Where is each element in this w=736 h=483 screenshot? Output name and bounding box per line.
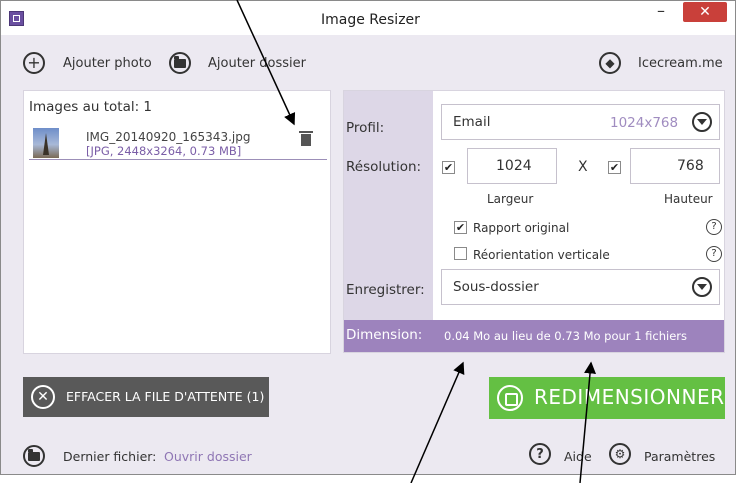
height-caption: Hauteur — [664, 192, 713, 206]
profile-value: Email — [453, 114, 491, 130]
height-input[interactable]: 768 — [630, 148, 720, 184]
gear-icon: ⚙ — [609, 443, 631, 465]
x-separator: X — [578, 159, 588, 175]
open-folder-link[interactable]: Ouvrir dossier — [164, 449, 252, 464]
plus-circle-icon: + — [23, 52, 45, 74]
profile-size: 1024x768 — [610, 115, 679, 131]
height-value: 768 — [677, 158, 704, 174]
reorient-label: Réorientation verticale — [473, 248, 610, 262]
dimension-summary: 0.04 Mo au lieu de 0.73 Mo pour 1 fichie… — [444, 329, 688, 343]
save-label: Enregistrer: — [346, 282, 425, 298]
keep-ratio-checkbox[interactable]: ✔ — [454, 221, 467, 234]
help-icon[interactable]: ? — [706, 219, 722, 235]
image-thumbnail — [33, 128, 59, 158]
settings-panel: Profil: Résolution: Enregistrer: Email 1… — [343, 90, 725, 353]
icecream-label: Icecream.me — [638, 56, 723, 71]
resize-icon — [497, 385, 523, 411]
dimension-bar: Dimension: 0.04 Mo au lieu de 0.73 Mo po… — [344, 320, 724, 352]
list-item[interactable]: IMG_20140920_165343.jpg [JPG, 2448x3264,… — [29, 125, 327, 160]
resize-button[interactable]: REDIMENSIONNER — [489, 377, 725, 419]
add-photo-label: Ajouter photo — [63, 56, 152, 71]
height-checkbox[interactable]: ✔ — [608, 161, 621, 174]
settings-label-column: Profil: Résolution: Enregistrer: — [344, 91, 433, 320]
chevron-down-icon — [692, 112, 712, 132]
width-checkbox[interactable]: ✔ — [442, 161, 455, 174]
close-button[interactable]: ✕ — [683, 2, 727, 22]
help-icon[interactable]: ? — [706, 246, 722, 262]
width-input[interactable]: 1024 — [467, 148, 557, 184]
image-list-panel: Images au total: 1 IMG_20140920_165343.j… — [23, 90, 331, 354]
titlebar: Image Resizer – ✕ — [1, 1, 735, 35]
file-name: IMG_20140920_165343.jpg — [86, 130, 251, 144]
profile-select[interactable]: Email 1024x768 — [441, 104, 720, 140]
add-folder-label: Ajouter dossier — [208, 56, 306, 71]
keep-ratio-label: Rapport original — [473, 221, 570, 235]
resize-label: REDIMENSIONNER — [534, 385, 725, 409]
save-location-select[interactable]: Sous-dossier — [441, 269, 720, 305]
last-file-label: Dernier fichier: — [63, 449, 157, 464]
app-logo-icon — [9, 11, 24, 26]
resolution-label: Résolution: — [346, 159, 422, 175]
settings-label: Paramètres — [644, 449, 716, 464]
folder-icon — [23, 445, 45, 467]
trash-icon[interactable] — [299, 131, 313, 146]
width-caption: Largeur — [487, 192, 534, 206]
width-value: 1024 — [496, 158, 532, 174]
minimize-button[interactable]: – — [651, 3, 671, 23]
app-window: Image Resizer – ✕ + Ajouter photo Ajoute… — [0, 0, 736, 475]
images-total-label: Images au total: 1 — [29, 99, 153, 115]
icecream-logo-icon: ◆ — [599, 52, 621, 74]
dimension-label: Dimension: — [346, 327, 423, 343]
save-location-value: Sous-dossier — [453, 279, 539, 295]
file-info: [JPG, 2448x3264, 0.73 MB] — [86, 144, 242, 158]
close-circle-icon: ✕ — [31, 385, 55, 409]
clear-queue-label: EFFACER LA FILE D'ATTENTE (1) — [66, 389, 265, 404]
reorient-checkbox[interactable] — [454, 247, 467, 260]
folder-icon — [169, 52, 191, 74]
profile-label: Profil: — [346, 120, 385, 136]
question-icon: ? — [529, 443, 551, 465]
help-label: Aide — [564, 449, 592, 464]
clear-queue-button[interactable]: ✕ EFFACER LA FILE D'ATTENTE (1) — [23, 377, 269, 417]
chevron-down-icon — [692, 277, 712, 297]
window-title: Image Resizer — [321, 12, 420, 28]
